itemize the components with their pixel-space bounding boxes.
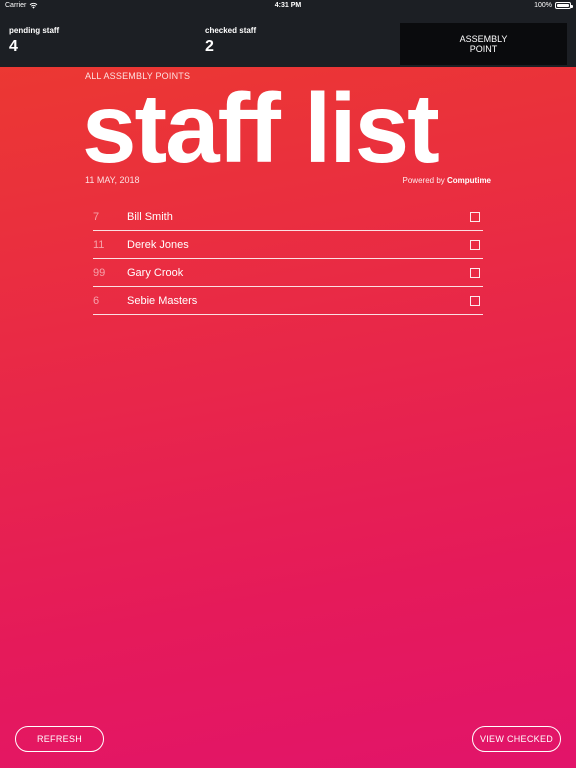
assembly-point-button[interactable]: ASSEMBLY POINT bbox=[400, 23, 567, 65]
battery-percent: 100% bbox=[534, 2, 552, 9]
staff-checkbox[interactable] bbox=[470, 295, 480, 306]
powered-by-prefix: Powered by bbox=[402, 176, 445, 185]
pending-staff-label: pending staff bbox=[9, 26, 60, 35]
staff-name: Sebie Masters bbox=[127, 294, 198, 307]
header-bar: pending staff 4 checked staff 2 ASSEMBLY… bbox=[0, 12, 576, 67]
clock: 4:31 PM bbox=[274, 2, 302, 9]
staff-name: Gary Crook bbox=[127, 266, 184, 279]
staff-checkbox[interactable] bbox=[470, 267, 480, 278]
battery-icon bbox=[555, 2, 573, 9]
checked-staff-count: 2 bbox=[205, 38, 214, 55]
staff-checkbox[interactable] bbox=[470, 211, 480, 222]
date-label: 11 MAY, 2018 bbox=[85, 175, 140, 185]
page-title: staff list bbox=[82, 73, 440, 183]
pending-staff-stat: pending staff 4 bbox=[9, 26, 59, 56]
checked-staff-stat: checked staff 2 bbox=[205, 26, 256, 56]
staff-name: Derek Jones bbox=[127, 238, 189, 251]
view-checked-button[interactable]: VIEW CHECKED bbox=[472, 726, 561, 752]
staff-row[interactable]: 11 Derek Jones bbox=[93, 231, 483, 259]
checked-staff-label: checked staff bbox=[205, 26, 257, 35]
staff-row[interactable]: 7 Bill Smith bbox=[93, 203, 483, 231]
refresh-button[interactable]: REFRESH bbox=[15, 726, 104, 752]
brand-name: Computime bbox=[447, 176, 491, 185]
battery-info: 100% bbox=[534, 2, 573, 9]
staff-name: Bill Smith bbox=[127, 210, 173, 223]
pending-staff-count: 4 bbox=[9, 38, 18, 55]
staff-number: 11 bbox=[93, 238, 105, 251]
powered-by: Powered by Computime bbox=[403, 176, 491, 185]
staff-number: 6 bbox=[93, 294, 100, 307]
staff-number: 99 bbox=[93, 266, 106, 279]
staff-row[interactable]: 6 Sebie Masters bbox=[93, 287, 483, 315]
staff-row[interactable]: 99 Gary Crook bbox=[93, 259, 483, 287]
staff-number: 7 bbox=[93, 210, 100, 223]
staff-list: 7 Bill Smith 11 Derek Jones 99 Gary Croo… bbox=[93, 203, 483, 315]
status-bar: Carrier 4:31 PM 100% bbox=[0, 0, 576, 12]
staff-checkbox[interactable] bbox=[470, 239, 480, 250]
